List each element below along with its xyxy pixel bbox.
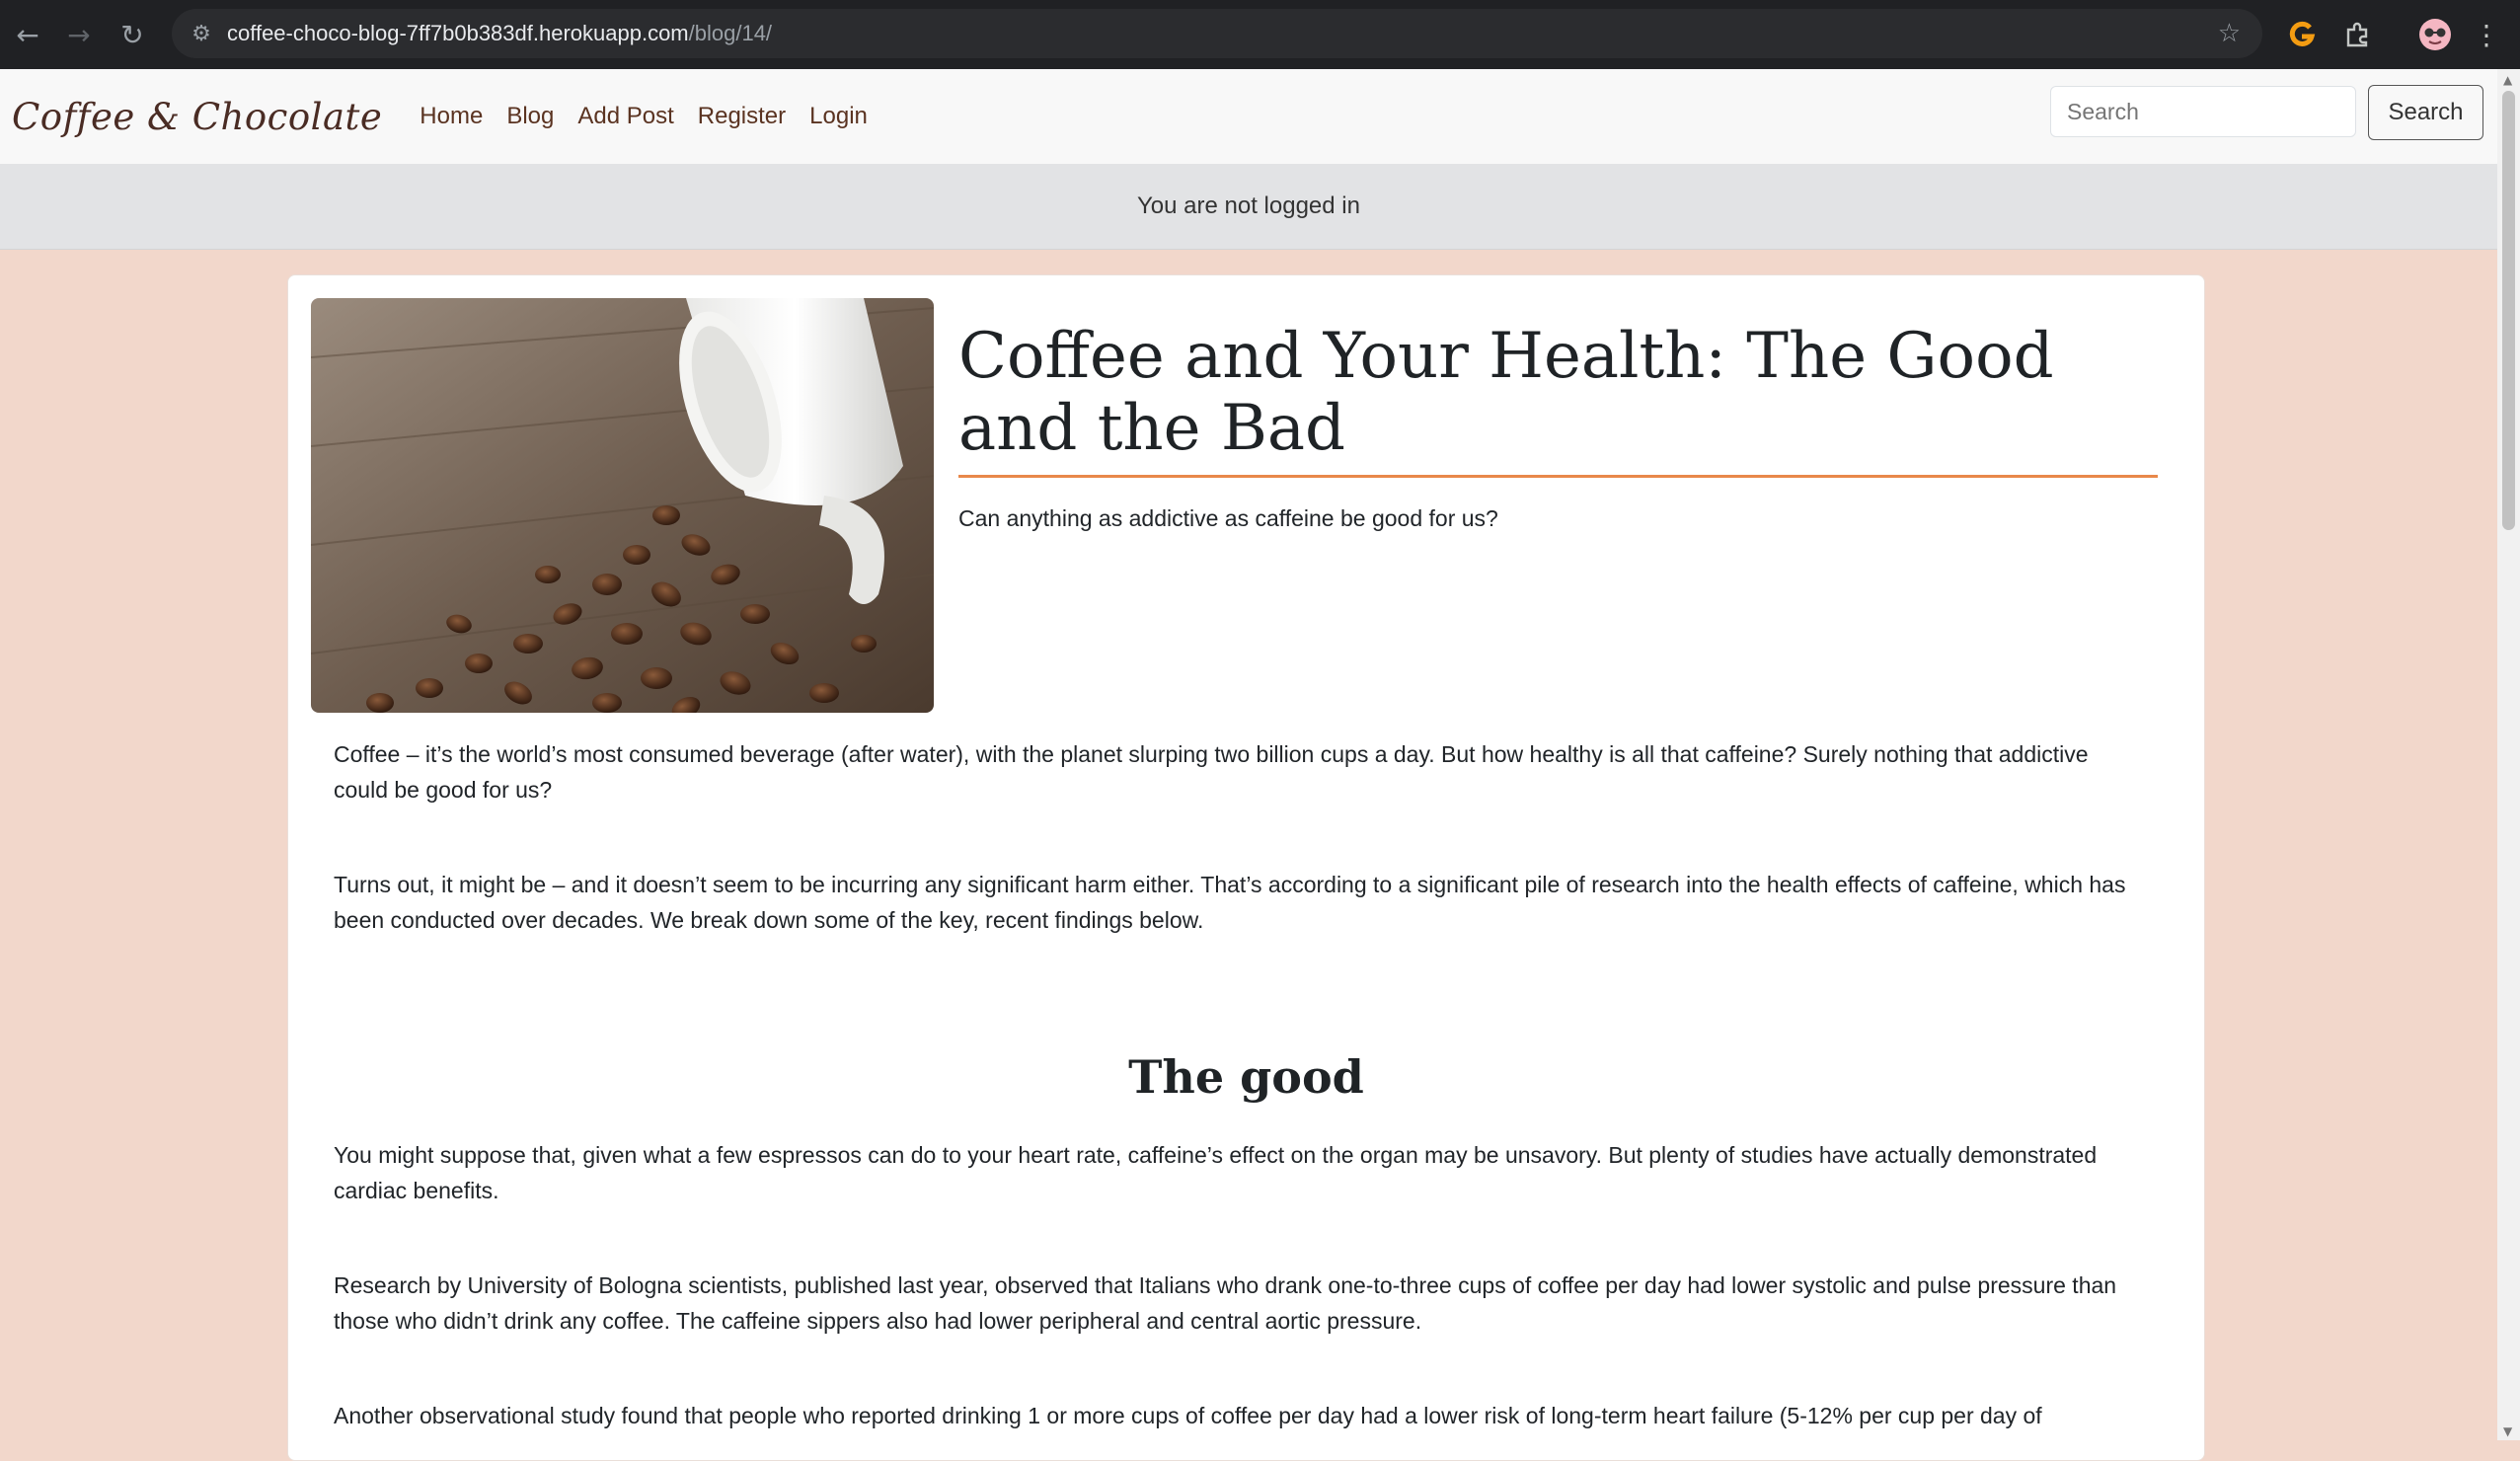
nav-login[interactable]: Login	[809, 103, 868, 130]
post-paragraph: Research by University of Bologna scient…	[334, 1272, 2117, 1334]
back-arrow-icon[interactable]: ←	[6, 13, 49, 56]
nav-home[interactable]: Home	[420, 103, 483, 130]
page-scrollbar[interactable]: ▲ ▼	[2497, 69, 2520, 1440]
extensions-puzzle-icon[interactable]	[2335, 13, 2379, 56]
nav-add-post[interactable]: Add Post	[577, 103, 673, 130]
post-paragraph: Coffee – it’s the world’s most consumed …	[334, 741, 2089, 803]
browser-toolbar: ← → ↻ ⚙ coffee-choco-blog-7ff7b0b383df.h…	[0, 0, 2520, 69]
url-path: /blog/14/	[688, 21, 773, 45]
post-card: Coffee and Your Health: The Good and the…	[287, 274, 2205, 1461]
post-subtitle: Can anything as addictive as caffeine be…	[958, 505, 1498, 531]
bookmark-star-icon[interactable]: ☆	[2218, 19, 2241, 48]
post-paragraph: Another observational study found that p…	[334, 1403, 2042, 1428]
post-paragraph: You might suppose that, given what a few…	[334, 1142, 2098, 1203]
forward-arrow-icon[interactable]: →	[57, 13, 101, 56]
site-navbar: Coffee & Chocolate Home Blog Add Post Re…	[0, 69, 2497, 165]
scroll-down-icon[interactable]: ▼	[2503, 1424, 2512, 1438]
scroll-up-icon[interactable]: ▲	[2503, 73, 2512, 87]
login-status-text: You are not logged in	[1137, 192, 1360, 219]
title-divider	[958, 475, 2158, 478]
brand-logo[interactable]: Coffee & Chocolate	[12, 96, 382, 138]
url-host: coffee-choco-blog-7ff7b0b383df.herokuapp…	[227, 21, 689, 45]
post-hero-image	[311, 298, 934, 713]
login-status-banner: You are not logged in	[0, 164, 2497, 250]
browser-menu-icon[interactable]: ⋮	[2465, 13, 2508, 56]
url-text[interactable]: coffee-choco-blog-7ff7b0b383df.herokuapp…	[227, 21, 772, 46]
search-input[interactable]	[2050, 86, 2356, 137]
nav-links: Home Blog Add Post Register Login	[420, 103, 891, 130]
nav-register[interactable]: Register	[698, 103, 786, 130]
search-button[interactable]: Search	[2368, 85, 2483, 140]
scrollbar-thumb[interactable]	[2502, 91, 2515, 530]
section-heading-good: The good	[1128, 1050, 1364, 1104]
post-paragraph: Turns out, it might be – and it doesn’t …	[334, 872, 2126, 933]
address-bar[interactable]: ⚙ coffee-choco-blog-7ff7b0b383df.herokua…	[172, 9, 2262, 58]
site-info-icon[interactable]: ⚙	[182, 22, 221, 46]
nav-blog[interactable]: Blog	[506, 103, 554, 130]
reload-icon[interactable]: ↻	[111, 13, 154, 56]
profile-avatar-icon[interactable]	[2413, 13, 2457, 56]
extension-g-icon[interactable]	[2280, 13, 2324, 56]
post-title: Coffee and Your Health: The Good and the…	[958, 320, 2054, 465]
